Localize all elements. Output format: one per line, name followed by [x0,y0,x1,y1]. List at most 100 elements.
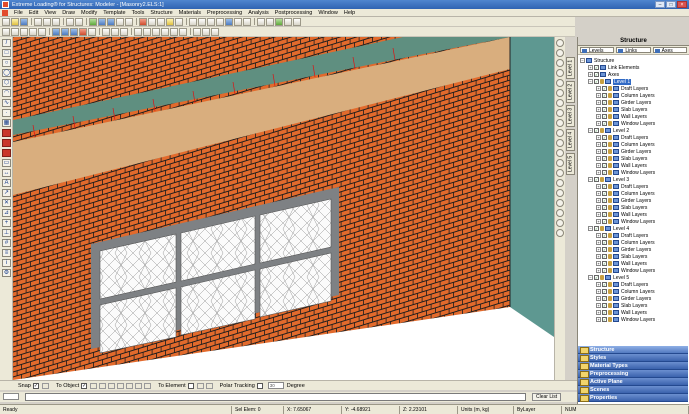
mesh-icon[interactable] [148,17,156,26]
grid-tool-icon[interactable]: # [2,239,11,247]
tree-expand-icon[interactable]: + [596,261,601,266]
tree-visibility-checkbox[interactable]: ✓ [602,163,607,168]
tree-expand-icon[interactable]: + [596,142,601,147]
tree-item[interactable]: + ✓ Draft Layers [596,134,648,141]
zoom-in-view-icon[interactable] [556,69,564,77]
properties-icon[interactable] [157,17,165,26]
polygon-tool-icon[interactable]: ⬡ [2,79,11,87]
ortho-icon[interactable] [266,17,274,26]
tree-visibility-checkbox[interactable]: ✓ [602,149,607,154]
section-tool-icon[interactable]: ⊥ [2,229,11,237]
tree-item[interactable]: + ✓ Wall Layers [596,309,647,316]
tree-expand-icon[interactable]: + [596,205,601,210]
wireframe-icon[interactable] [556,179,564,187]
lock-icon[interactable] [608,170,612,175]
snap-checkbox[interactable]: ✓ [32,382,39,389]
tree-visibility-checkbox[interactable]: ✓ [602,254,607,259]
tree-item[interactable]: + ✓ Slab Layers [596,106,647,113]
tree-visibility-checkbox[interactable]: ✓ [602,135,607,140]
circle-tool-icon[interactable]: ○ [2,59,11,67]
tree-visibility-checkbox[interactable]: ✓ [602,184,607,189]
iso-view-icon[interactable] [556,159,564,167]
endpoint-snap-icon[interactable] [99,382,107,389]
spline-tool-icon[interactable]: ∿ [2,99,11,107]
orbit-icon[interactable] [556,39,564,47]
tree-expand-icon[interactable]: + [596,149,601,154]
tree-expand-icon[interactable]: − [588,177,593,182]
lock-icon[interactable] [608,310,612,315]
tree-item[interactable]: + ✓ Column Layers [596,141,655,148]
tree-expand-icon[interactable]: + [596,184,601,189]
tree-expand-icon[interactable]: + [596,114,601,119]
zoom-out-icon[interactable] [107,17,115,26]
tree-visibility-checkbox[interactable]: ✓ [602,219,607,224]
snap-settings-icon[interactable] [41,382,49,389]
tree-expand-icon[interactable]: + [596,156,601,161]
wall-tool-icon[interactable] [2,129,11,137]
tree-item[interactable]: + ✓ Girder Layers [596,295,651,302]
view-wire-icon[interactable] [234,17,242,26]
snap-tool-icon[interactable]: + [2,219,11,227]
tree-expand-icon[interactable]: + [596,107,601,112]
tree-expand-icon[interactable]: − [588,79,593,84]
lock-icon[interactable] [608,135,612,140]
tree-expand-icon[interactable]: + [596,310,601,315]
tree-item[interactable]: + ✓ Window Layers [596,120,655,127]
opening-tool-icon[interactable]: ▭ [2,159,11,167]
zoom-in-icon[interactable] [98,17,106,26]
menu-template[interactable]: Template [100,10,128,16]
tree-visibility-checkbox[interactable]: ✓ [602,240,607,245]
render-icon[interactable] [175,17,183,26]
object-snap-icon[interactable] [90,382,98,389]
to-object-checkbox[interactable]: ✓ [81,382,88,389]
lock-icon[interactable] [608,121,612,126]
document-menu-icon[interactable] [2,10,8,16]
maximize-icon[interactable]: □ [666,1,676,8]
minimize-icon[interactable]: – [655,1,665,8]
mirror-icon[interactable] [29,27,37,36]
line-tool-icon[interactable]: / [2,39,11,47]
tree-expand-icon[interactable]: − [580,58,585,63]
analysis-run-icon[interactable] [139,17,147,26]
rotate-icon[interactable] [20,27,28,36]
tab-level-1[interactable]: Level 1 [566,57,575,79]
tree-visibility-checkbox[interactable]: ✓ [602,261,607,266]
lock-icon[interactable] [608,184,612,189]
lock-icon[interactable] [608,233,612,238]
tree-item[interactable]: + ✓ Axes [588,71,619,78]
tree-visibility-checkbox[interactable]: ✓ [594,65,599,70]
lock-icon[interactable] [608,205,612,210]
lock-icon[interactable] [608,261,612,266]
bottom-view-icon[interactable] [556,149,564,157]
lock-icon[interactable] [608,100,612,105]
lock-icon[interactable] [608,212,612,217]
tree-expand-icon[interactable]: + [596,170,601,175]
layer-tool-icon[interactable]: ≡ [2,249,11,257]
arc-tool-icon[interactable]: ◠ [2,89,11,97]
tree-expand-icon[interactable]: + [596,212,601,217]
tree-item[interactable]: + ✓ Draft Layers [596,232,648,239]
top-view-icon[interactable] [556,139,564,147]
scale-icon[interactable] [38,27,46,36]
tree-visibility-checkbox[interactable]: ✓ [602,142,607,147]
model-viewport[interactable] [13,37,554,380]
menu-window[interactable]: Window [315,10,341,16]
move-icon[interactable] [11,27,19,36]
tree-visibility-checkbox[interactable]: ✓ [594,226,599,231]
close-icon[interactable]: × [677,1,687,8]
wall-icon[interactable] [79,27,87,36]
tree-visibility-checkbox[interactable]: ✓ [602,114,607,119]
beam-icon[interactable] [61,27,69,36]
tree-item[interactable]: + ✓ Girder Layers [596,197,651,204]
tab-level-5[interactable]: Level 5 [566,153,575,175]
tree-expand-icon[interactable]: + [596,198,601,203]
rectangle-tool-icon[interactable]: □ [2,49,11,57]
open-folder-icon[interactable] [11,17,19,26]
offset-icon[interactable] [143,27,151,36]
tree-expand-icon[interactable]: + [596,100,601,105]
tree-expand-icon[interactable]: + [596,86,601,91]
lock-icon[interactable] [608,303,612,308]
slab-icon[interactable] [70,27,78,36]
extend-icon[interactable] [161,27,169,36]
tree-item[interactable]: + ✓ Link Elements [588,64,639,71]
